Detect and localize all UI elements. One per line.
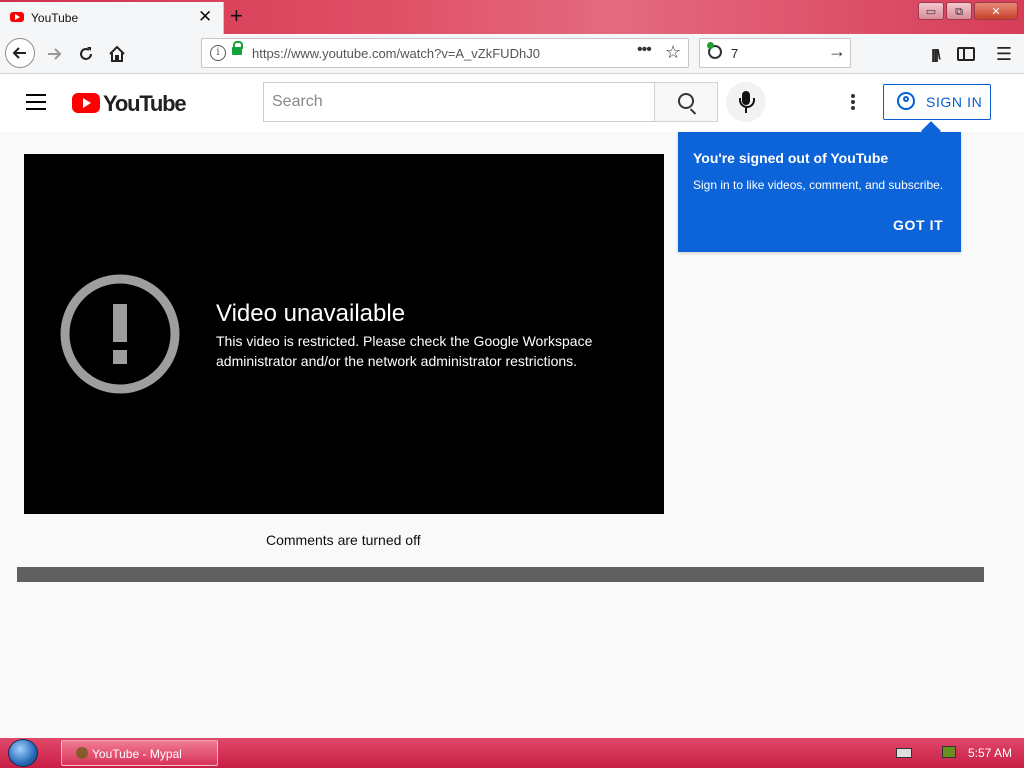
new-tab-button[interactable]: + bbox=[230, 3, 243, 29]
taskbar-item-label: YouTube - Mypal bbox=[92, 747, 182, 761]
sign-in-label: SIGN IN bbox=[926, 94, 983, 110]
mypal-browser-icon bbox=[76, 747, 88, 759]
error-title: Video unavailable bbox=[216, 300, 406, 327]
popup-title: You're signed out of YouTube bbox=[693, 150, 889, 166]
address-bar[interactable]: i https://www.youtube.com/watch?v=A_vZkF… bbox=[201, 38, 689, 68]
error-message: This video is restricted. Please check t… bbox=[216, 333, 593, 369]
page-actions-icon[interactable]: ••• bbox=[637, 41, 652, 59]
start-button[interactable] bbox=[8, 739, 38, 767]
voice-search-button[interactable] bbox=[726, 82, 766, 122]
back-button[interactable] bbox=[5, 38, 35, 68]
minimize-button[interactable]: ▭ bbox=[918, 2, 944, 20]
window-controls: ▭ ⧉ ✕ bbox=[916, 2, 1018, 22]
forward-button[interactable] bbox=[42, 40, 66, 68]
settings-more-icon[interactable] bbox=[851, 94, 857, 112]
warning-icon bbox=[60, 274, 180, 394]
tab-title: YouTube bbox=[31, 11, 79, 25]
browser-navbar: i https://www.youtube.com/watch?v=A_vZkF… bbox=[0, 34, 1024, 74]
signed-out-popup: You're signed out of YouTube Sign in to … bbox=[678, 132, 961, 252]
network-icon[interactable] bbox=[942, 746, 956, 758]
secure-lock-icon bbox=[232, 41, 243, 55]
browser-search-box[interactable]: 7 → bbox=[699, 38, 851, 68]
url-text[interactable]: https://www.youtube.com/watch?v=A_vZkFUD… bbox=[252, 46, 540, 61]
home-icon bbox=[109, 45, 125, 62]
youtube-play-icon bbox=[72, 93, 100, 113]
youtube-wordmark: YouTube bbox=[103, 91, 187, 116]
taskbar-item-mypal[interactable]: YouTube - Mypal bbox=[61, 740, 218, 766]
search-input[interactable] bbox=[270, 83, 634, 121]
bookmark-star-icon[interactable]: ☆ bbox=[665, 42, 681, 63]
popup-body: Sign in to like videos, comment, and sub… bbox=[693, 178, 944, 192]
browser-titlebar: YouTube ✕ + ▭ ⧉ ✕ bbox=[0, 0, 1024, 34]
forward-arrow-icon bbox=[48, 48, 62, 60]
search-button[interactable] bbox=[654, 82, 718, 122]
comments-status: Comments are turned off bbox=[266, 532, 421, 548]
reload-button[interactable] bbox=[74, 40, 98, 68]
site-info-icon[interactable]: i bbox=[210, 45, 226, 61]
home-button[interactable] bbox=[105, 40, 129, 68]
search-go-arrow-icon[interactable]: → bbox=[828, 41, 846, 62]
account-icon bbox=[897, 92, 915, 110]
system-clock[interactable]: 5:57 AM bbox=[968, 746, 1012, 760]
os-taskbar: YouTube - Mypal 5:57 AM bbox=[0, 738, 1024, 768]
reload-icon bbox=[80, 47, 92, 60]
video-player[interactable]: Video unavailable This video is restrict… bbox=[24, 154, 664, 514]
back-arrow-icon bbox=[12, 47, 26, 59]
keyboard-icon[interactable] bbox=[896, 748, 912, 758]
search-engine-icon bbox=[707, 42, 722, 59]
youtube-favicon-icon bbox=[10, 12, 24, 22]
guide-menu-icon[interactable] bbox=[26, 94, 46, 115]
sidebar-toggle-icon[interactable] bbox=[957, 47, 975, 61]
got-it-button[interactable]: GOT IT bbox=[893, 217, 943, 233]
sign-in-button[interactable]: SIGN IN bbox=[883, 84, 991, 120]
close-window-button[interactable]: ✕ bbox=[974, 2, 1018, 20]
youtube-header: YouTube SIGN IN bbox=[0, 74, 1024, 132]
restore-button[interactable]: ⧉ bbox=[946, 2, 972, 20]
hamburger-menu-icon[interactable]: ☰ bbox=[995, 40, 1013, 68]
tab-close-icon[interactable]: ✕ bbox=[198, 7, 212, 27]
browser-tab-youtube[interactable]: YouTube ✕ bbox=[0, 2, 224, 34]
library-icon[interactable]: |||\ bbox=[925, 40, 945, 68]
search-box-text[interactable]: 7 bbox=[731, 46, 738, 61]
search-icon bbox=[678, 93, 694, 109]
youtube-search-field[interactable] bbox=[263, 82, 655, 122]
content-placeholder-bar bbox=[17, 567, 984, 582]
